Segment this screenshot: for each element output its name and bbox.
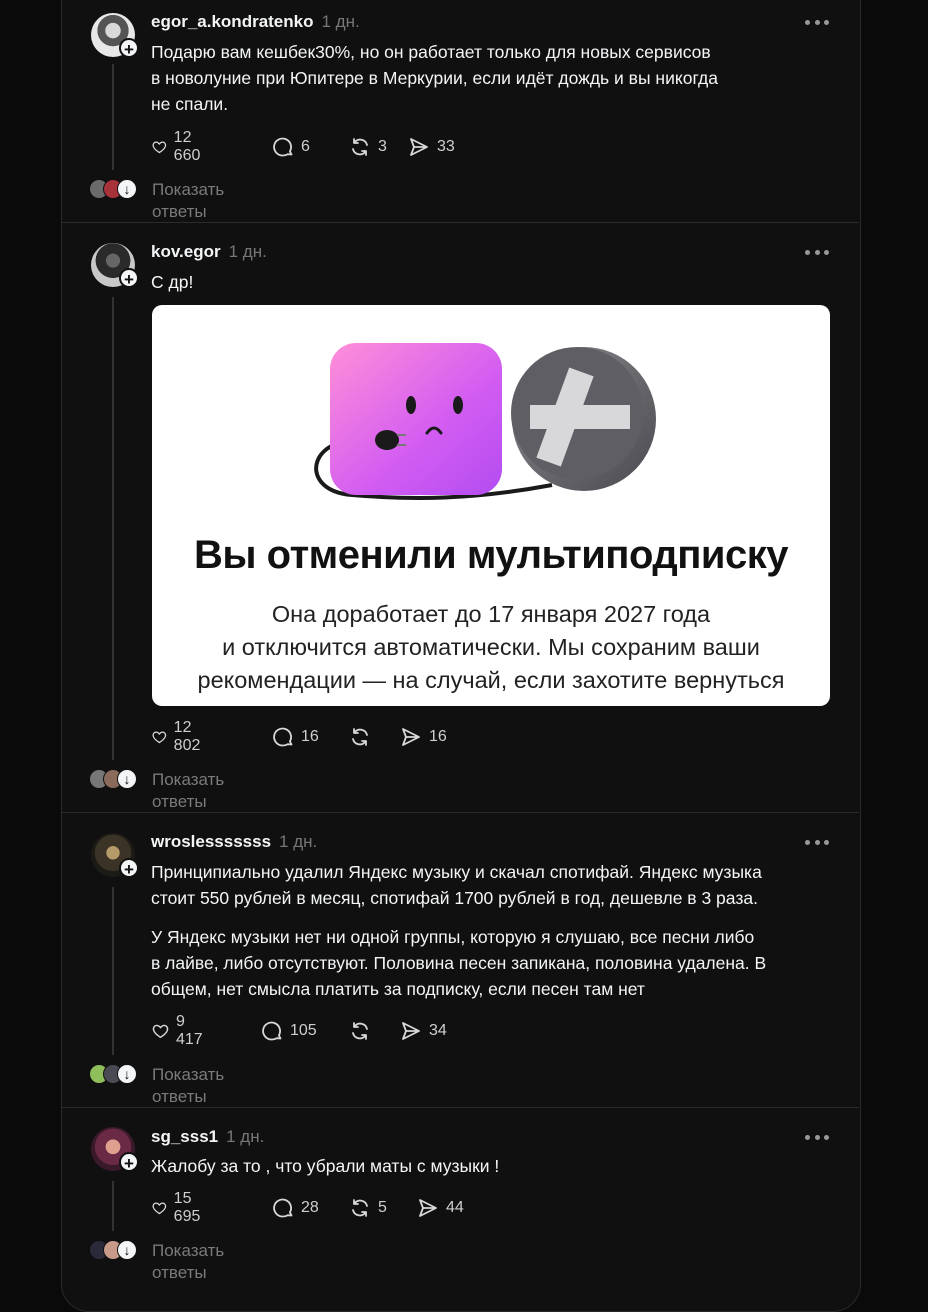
repost-icon [352,728,368,746]
post-text: С др! [151,272,194,292]
username[interactable]: wroslesssssss 1 дн. [151,832,317,852]
plus-icon[interactable]: + [119,1152,139,1173]
post-text: Принципиально удалил Яндекс музыку и ска… [151,862,762,908]
repost-button[interactable]: 3 [348,135,387,159]
like-button[interactable]: 9 417 [151,1013,208,1048]
comment-count: 16 [301,728,319,745]
repost-icon [352,138,368,156]
comment-icon [273,1198,293,1218]
thread-line [112,297,114,760]
repost-count: 3 [378,138,387,155]
thread-line [112,887,114,1055]
share-count: 34 [429,1022,447,1039]
repost-button[interactable] [348,1019,378,1043]
like-count: 12 660 [173,129,201,164]
comment-count: 6 [301,138,310,155]
arrow-down-icon: ↓ [117,1064,137,1084]
thread-line [112,1181,114,1231]
comment-icon [262,1021,282,1041]
heart-icon [152,731,167,744]
repost-icon [352,1022,368,1040]
heart-icon [152,1202,167,1215]
post-image[interactable]: Вы отменили мультиподписку Она доработае… [152,305,830,706]
plus-icon[interactable]: + [119,268,139,289]
like-button[interactable]: 12 802 [151,719,208,754]
show-replies-label: Показать ответы [152,770,225,811]
share-count: 33 [437,138,455,155]
repost-count: 5 [378,1199,387,1216]
share-button[interactable]: 34 [399,1019,447,1043]
post-text: Подарю вам кешбек30%, но он работает тол… [151,42,718,114]
comment-count: 105 [290,1022,317,1039]
share-count: 16 [429,728,447,745]
like-button[interactable]: 12 660 [151,129,208,164]
heart-icon [152,141,167,154]
more-icon[interactable] [805,247,829,257]
like-button[interactable]: 15 695 [151,1190,208,1225]
post-time: 1 дн. [321,12,360,31]
show-replies-label: Показать ответы [152,1241,225,1282]
more-icon[interactable] [805,1132,829,1142]
repost-icon [352,1199,368,1217]
arrow-down-icon: ↓ [117,179,137,199]
show-replies-label: Показать ответы [152,180,225,221]
username[interactable]: kov.egor 1 дн. [151,242,267,262]
heart-icon [152,1024,169,1039]
comment-button[interactable]: 28 [271,1196,319,1220]
comment-button[interactable]: 16 [271,725,319,749]
username[interactable]: sg_sss1 1 дн. [151,1127,264,1147]
post-text-paragraph: У Яндекс музыки нет ни одной группы, кот… [151,927,767,999]
comment-icon [273,137,293,157]
comment-count: 28 [301,1199,319,1216]
thread-line [112,64,114,170]
more-icon[interactable] [805,837,829,847]
share-count: 44 [446,1199,464,1216]
share-icon [410,138,428,156]
like-count: 12 802 [173,719,201,754]
repost-button[interactable]: 5 [348,1196,387,1220]
comment-icon [273,727,293,747]
post-time: 1 дн. [228,242,267,261]
comment-button[interactable]: 6 [271,135,310,159]
like-count: 15 695 [173,1190,201,1225]
plus-icon[interactable]: + [119,858,139,879]
card-subtitle: Она доработает до 17 января 2027 года и … [197,601,785,693]
share-icon [402,728,420,746]
repost-button[interactable] [348,725,378,749]
post-text: Жалобу за то , что убрали маты с музыки … [151,1156,500,1176]
show-replies-label: Показать ответы [152,1065,225,1106]
comment-button[interactable]: 105 [260,1019,317,1043]
arrow-down-icon: ↓ [117,1240,137,1260]
post-time: 1 дн. [226,1127,265,1146]
share-button[interactable]: 16 [399,725,447,749]
username[interactable]: egor_a.kondratenko 1 дн. [151,12,360,32]
plus-icon[interactable]: + [119,38,139,59]
share-icon [402,1022,420,1040]
arrow-down-icon: ↓ [117,769,137,789]
post-time: 1 дн. [279,832,318,851]
share-icon [419,1199,437,1217]
more-icon[interactable] [805,17,829,27]
share-button[interactable]: 33 [407,135,455,159]
share-button[interactable]: 44 [416,1196,464,1220]
card-title: Вы отменили мультиподписку [193,533,789,577]
like-count: 9 417 [176,1013,203,1048]
